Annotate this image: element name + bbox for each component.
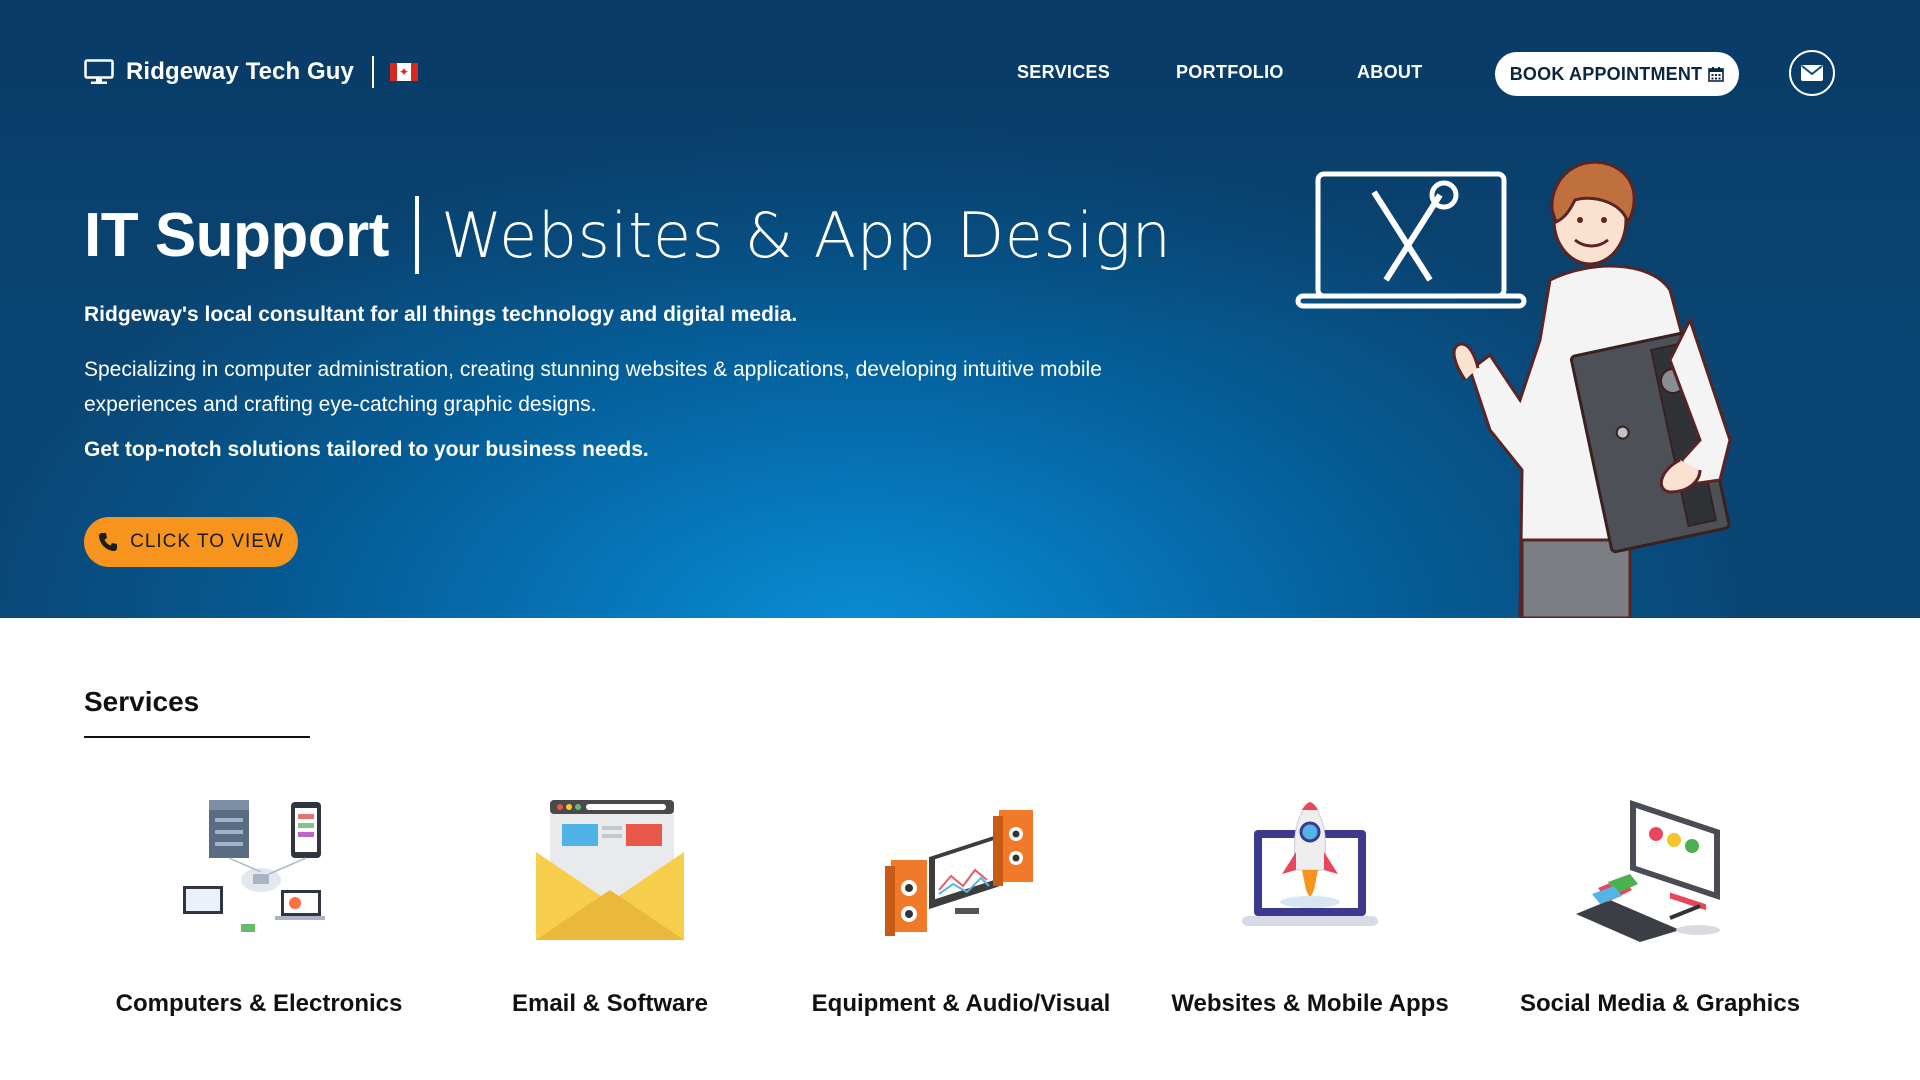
book-appointment-button[interactable]: BOOK APPOINTMENT	[1495, 52, 1739, 96]
hero-tagline: Get top-notch solutions tailored to your…	[84, 438, 649, 461]
service-computers-electronics[interactable]: Computers & Electronics	[89, 790, 429, 1030]
book-appointment-label: BOOK APPOINTMENT	[1509, 63, 1703, 84]
service-label: Computers & Electronics	[115, 990, 403, 1017]
service-label: Social Media & Graphics	[1519, 990, 1801, 1017]
hero-intro: Ridgeway's local consultant for all thin…	[84, 303, 798, 326]
devices-network-icon	[183, 800, 325, 932]
hero-section: Ridgeway Tech Guy ✦ SERVICES PORTFOLIO A…	[0, 0, 1920, 618]
service-social-media-graphics[interactable]: Social Media & Graphics	[1490, 790, 1830, 1030]
hero-description: Specializing in computer administration,…	[84, 358, 1102, 416]
nav-portfolio[interactable]: PORTFOLIO	[1176, 62, 1284, 83]
click-to-view-button[interactable]: CLICK TO VIEW	[84, 517, 298, 567]
brand-name: Ridgeway Tech Guy	[126, 58, 354, 85]
headline-divider	[414, 196, 419, 274]
headline-light: Websites & App Design	[440, 198, 1172, 272]
click-to-view-label: CLICK TO VIEW	[130, 531, 284, 552]
laptop-wrench-icon	[1295, 171, 1527, 309]
brand-divider	[371, 56, 374, 88]
service-label: Websites & Mobile Apps	[1171, 990, 1449, 1017]
phone-icon	[99, 533, 118, 551]
brand-logo[interactable]: Ridgeway Tech Guy ✦	[84, 52, 418, 92]
nav-about[interactable]: ABOUT	[1357, 62, 1423, 83]
headline-strong: IT Support	[84, 200, 389, 270]
hero-headline: IT Support Websites & App Design	[84, 190, 1171, 280]
nav-services[interactable]: SERVICES	[1017, 62, 1110, 83]
graphics-tablet-icon	[1576, 800, 1720, 942]
envelope-icon	[1801, 65, 1823, 81]
service-label: Email & Software	[511, 990, 709, 1017]
canada-flag-icon: ✦	[389, 63, 418, 81]
calendar-icon	[1708, 67, 1725, 82]
speakers-monitor-icon	[885, 810, 1033, 936]
monitor-icon	[84, 59, 114, 84]
service-websites-mobile-apps[interactable]: Websites & Mobile Apps	[1140, 790, 1480, 1030]
service-equipment-av[interactable]: Equipment & Audio/Visual	[791, 790, 1131, 1030]
service-label: Equipment & Audio/Visual	[811, 990, 1111, 1017]
service-email-software[interactable]: Email & Software	[440, 790, 780, 1030]
rocket-laptop-icon	[1242, 801, 1378, 926]
email-button[interactable]	[1789, 50, 1835, 96]
services-underline	[84, 736, 310, 738]
email-envelope-icon	[536, 800, 684, 940]
tech-guy-illustration	[1295, 160, 1732, 618]
services-heading: Services	[84, 686, 200, 717]
